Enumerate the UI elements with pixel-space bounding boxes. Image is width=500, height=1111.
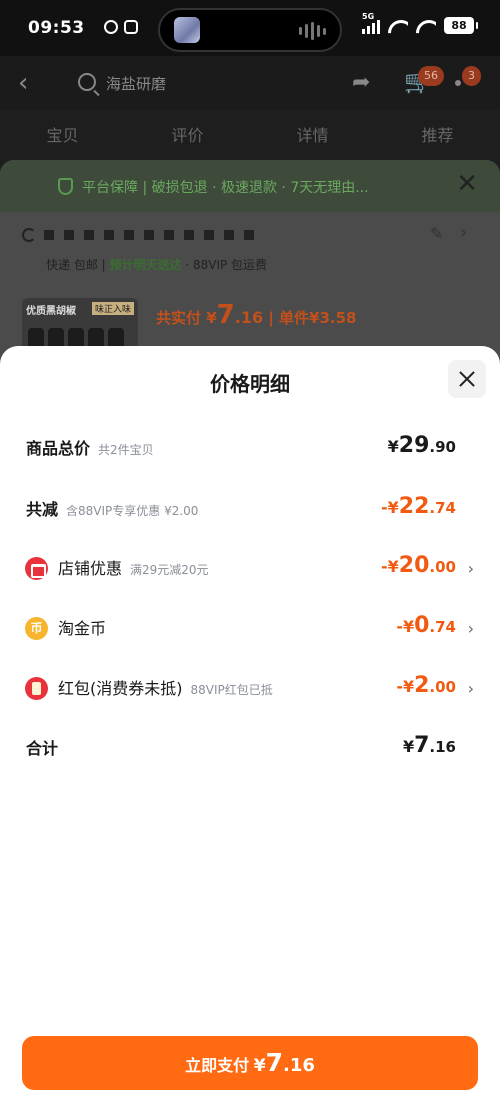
status-bar: 09:53 5G 88 — [0, 0, 500, 56]
audio-wave-icon — [299, 22, 326, 40]
row-amount: -¥22.74 — [381, 494, 456, 519]
price-row-grand-total: 合计 ¥7.16 — [0, 733, 500, 797]
row-label: 共减 含88VIP专享优惠 ¥2.00 — [26, 500, 199, 519]
cart-badge: 56 — [418, 66, 444, 86]
more-icon[interactable] — [455, 80, 461, 86]
media-artwork-icon — [174, 17, 200, 43]
shield-icon — [58, 178, 73, 195]
top-nav-bar: ‹ 海盐研磨 ➦ 🛒 56 3 — [0, 56, 500, 110]
price-row-store-coupon[interactable]: 店铺优惠 满29元减20元 -¥20.00 › — [0, 553, 500, 617]
battery-icon: 88 — [444, 17, 478, 34]
close-button[interactable] — [448, 360, 486, 398]
edit-icon[interactable]: ✎ — [430, 224, 443, 243]
tab-recommend[interactable]: 推荐 — [421, 122, 453, 146]
message-badge: 3 — [462, 66, 481, 86]
price-row-discount: 共减 含88VIP专享优惠 ¥2.00 -¥22.74 — [0, 494, 500, 558]
tab-item[interactable]: 宝贝 — [46, 122, 78, 146]
row-amount: ¥7.16 — [402, 733, 456, 758]
row-label: 店铺优惠 满29元减20元 — [58, 559, 209, 578]
chevron-right-icon: › — [467, 679, 474, 698]
row-amount: -¥20.00 — [381, 553, 456, 578]
guarantee-text: 平台保障 | 破损包退 · 极速退款 · 7天无理由... — [82, 180, 369, 196]
wifi-icon — [416, 18, 436, 34]
thumbnail-tag: 味正入味 — [91, 302, 134, 315]
red-envelope-icon — [25, 677, 48, 700]
row-sub: 88VIP红包已抵 — [190, 683, 273, 697]
chevron-right-icon: › — [460, 222, 468, 243]
product-tabs: 宝贝 评价 详情 推荐 — [0, 122, 500, 146]
tab-reviews[interactable]: 评价 — [171, 122, 203, 146]
row-sub: 共2件宝贝 — [98, 443, 154, 457]
network-type: 5G — [362, 11, 375, 21]
row-amount: -¥2.00 — [396, 673, 456, 698]
search-query[interactable]: 海盐研磨 — [106, 73, 166, 94]
chevron-right-icon: › — [467, 559, 474, 578]
search-icon — [78, 73, 96, 91]
sheet-title: 价格明细 — [210, 372, 290, 396]
cellular-signal-icon: 5G — [362, 12, 380, 34]
delivery-eta: 预计明天送达 — [109, 258, 182, 272]
price-detail-sheet: 价格明细 商品总价 共2件宝贝 ¥29.90 共减 含88VIP专享优惠 ¥2.00… — [0, 346, 500, 1111]
back-arrow-icon[interactable]: ‹ — [18, 68, 28, 98]
chevron-right-icon: › — [467, 619, 474, 638]
row-label: 淘金币 — [58, 619, 107, 638]
platform-guarantee-bar[interactable]: 平台保障 | 破损包退 · 极速退款 · 7天无理由... ✕ — [0, 160, 500, 212]
total-pay-summary: 共实付 ¥7.16 | 单件¥3.58 — [156, 300, 357, 330]
status-time: 09:53 — [28, 18, 85, 38]
row-amount: ¥29.90 — [387, 433, 456, 458]
thumbnail-title: 优质黑胡椒 — [26, 306, 76, 317]
row-label: 合计 — [26, 739, 59, 758]
coin-icon: 币 — [25, 617, 48, 640]
delivery-info: 快递 包邮 | 预计明天送达 · 88VIP 包运费 — [46, 258, 268, 272]
price-row-gold-coin[interactable]: 币 淘金币 -¥0.74 › — [0, 613, 500, 677]
row-label: 商品总价 共2件宝贝 — [26, 439, 154, 458]
status-indicators: 5G 88 — [362, 12, 478, 34]
dynamic-island[interactable] — [158, 8, 342, 52]
app-notification-icon — [124, 20, 138, 34]
wifi-icon — [388, 18, 408, 34]
row-sub: 满29元减20元 — [130, 563, 209, 577]
price-row-red-envelope[interactable]: 红包(消费券未抵) 88VIP红包已抵 -¥2.00 › — [0, 673, 500, 737]
close-icon[interactable]: ✕ — [456, 169, 478, 199]
status-app-icons — [104, 20, 138, 34]
row-amount: -¥0.74 — [396, 613, 456, 638]
address-row[interactable]: ✎ › 快递 包邮 | 预计明天送达 · 88VIP 包运费 — [0, 218, 500, 284]
row-label: 红包(消费券未抵) 88VIP红包已抵 — [58, 679, 273, 698]
share-icon[interactable]: ➦ — [352, 70, 370, 95]
location-icon — [22, 228, 36, 242]
row-sub: 含88VIP专享优惠 ¥2.00 — [66, 504, 199, 518]
shop-icon — [25, 557, 48, 580]
redacted-address — [44, 230, 254, 240]
app-notification-icon — [104, 20, 118, 34]
pay-now-button[interactable]: 立即支付 ¥7.16 — [22, 1036, 478, 1090]
price-row-total: 商品总价 共2件宝贝 ¥29.90 — [0, 433, 500, 497]
tab-details[interactable]: 详情 — [296, 122, 328, 146]
